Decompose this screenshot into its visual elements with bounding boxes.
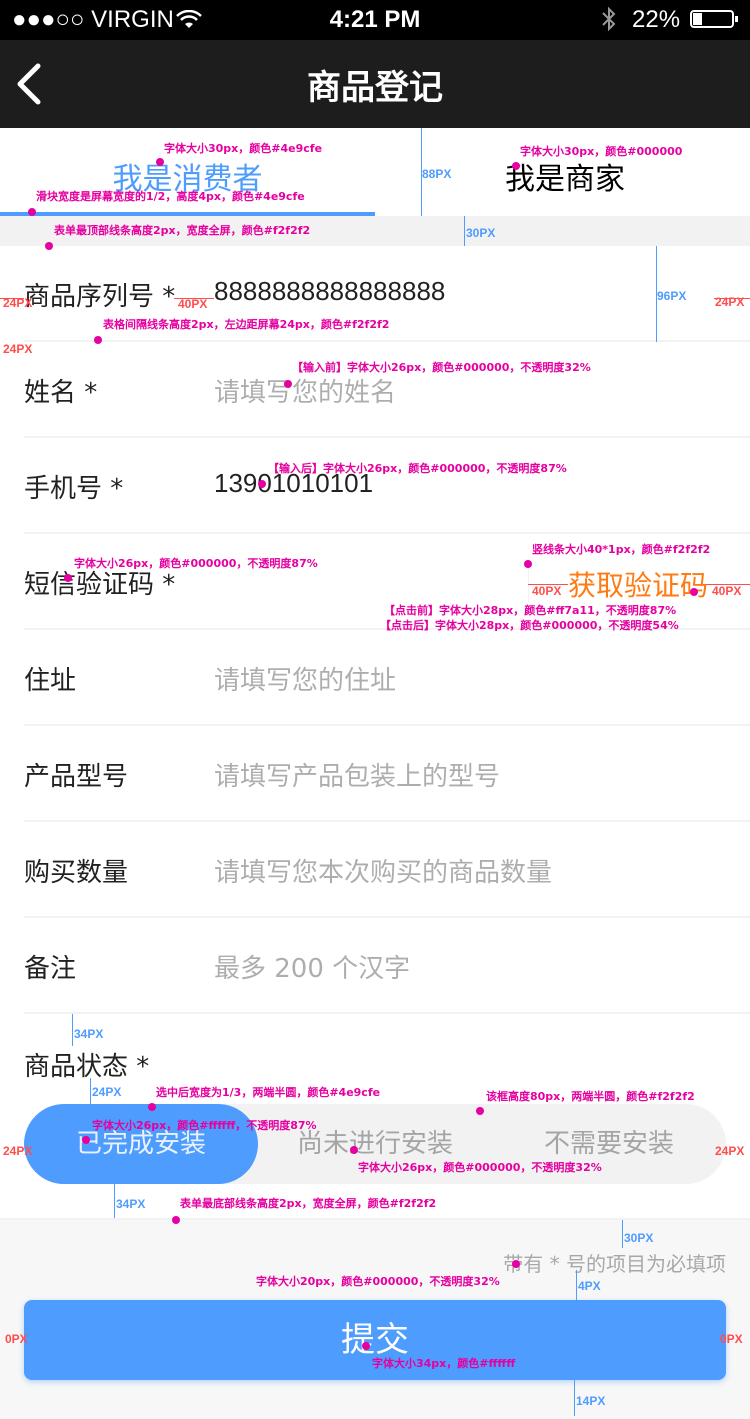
annotation: 字体大小34px，颜色#ffffff <box>372 1357 516 1370</box>
dimension-line <box>576 1270 577 1300</box>
address-label: 住址 <box>24 666 77 696</box>
annotation: 字体大小20px，颜色#000000，不透明度32% <box>256 1275 500 1288</box>
annotation-dot <box>524 560 532 568</box>
annotation: 表单最底部线条高度2px，宽度全屏，颜色#f2f2f2 <box>180 1197 437 1210</box>
annotation-dot <box>148 1103 156 1111</box>
dimension-label: 4PX <box>578 1279 601 1293</box>
dimension-label: 0PX <box>720 1332 743 1346</box>
annotation: 【点击后】字体大小28px，颜色#000000，不透明度54% <box>380 619 679 632</box>
note-input[interactable]: 最多 200 个汉字 <box>214 948 410 985</box>
annotation: 【输入前】字体大小26px，颜色#000000，不透明度32% <box>292 361 591 374</box>
annotation: 表单最顶部线条高度2px，宽度全屏，颜色#f2f2f2 <box>54 224 311 237</box>
sms-separator <box>528 562 529 602</box>
dimension-label: 96PX <box>657 289 687 303</box>
annotation: 字体大小26px，颜色#000000，不透明度32% <box>358 1161 602 1174</box>
dimension-label: 24PX <box>92 1085 122 1099</box>
dimension-label: 24PX <box>3 296 33 310</box>
annotation-dot <box>172 1216 180 1224</box>
annotation-dot <box>690 588 698 596</box>
annotation: 滑块宽度是屏幕宽度的1/2，高度4px，颜色#4e9cfe <box>36 190 305 203</box>
annotation: 竖线条大小40*1px，颜色#f2f2f2 <box>532 543 711 556</box>
dimension-line <box>90 1078 91 1104</box>
annotation-dot <box>476 1107 484 1115</box>
dimension-label: 24PX <box>715 295 745 309</box>
status-bar: ●●●○○ VIRGIN 4:21 PM 22% <box>0 0 750 40</box>
dimension-label: 34PX <box>74 1027 104 1041</box>
name-input[interactable]: 请填写您的姓名 <box>214 372 396 409</box>
dimension-line <box>574 1380 575 1416</box>
annotation-dot <box>94 336 102 344</box>
annotation-dot <box>362 1342 370 1350</box>
annotation: 字体大小30px，颜色#000000 <box>520 145 683 158</box>
annotation-dot <box>28 208 36 216</box>
note-row: 备注 最多 200 个汉字 <box>0 918 750 1014</box>
quantity-input[interactable]: 请填写您本次购买的商品数量 <box>214 852 552 889</box>
annotation: 选中后宽度为1/3，两端半圆，颜色#4e9cfe <box>156 1086 381 1099</box>
annotation-dot <box>64 574 72 582</box>
model-label: 产品型号 <box>24 762 129 792</box>
annotation-dot <box>82 1136 90 1144</box>
annotation: 该框高度80px，两端半圆，颜色#f2f2f2 <box>486 1090 695 1103</box>
dimension-label: 0PX <box>5 1332 28 1346</box>
name-label: 姓名 * <box>24 378 98 408</box>
dimension-line <box>114 1184 115 1218</box>
status-option-installed[interactable]: 已完成安装 <box>24 1104 258 1184</box>
phone-label: 手机号 * <box>24 474 124 504</box>
model-input[interactable]: 请填写产品包装上的型号 <box>214 756 500 793</box>
annotation: 【输入后】字体大小26px，颜色#000000，不透明度87% <box>268 462 567 475</box>
address-row: 住址 请填写您的住址 <box>0 630 750 726</box>
annotation: 字体大小30px，颜色#4e9cfe <box>164 142 323 155</box>
annotation: 字体大小26px，颜色#ffffff，不透明度87% <box>92 1119 317 1132</box>
dimension-line <box>464 216 465 246</box>
annotation-dot <box>350 1146 358 1154</box>
required-hint: 带有 * 号的项目为必填项 <box>503 1252 726 1276</box>
dimension-line <box>72 1014 73 1046</box>
dimension-label: 88PX <box>422 167 452 181</box>
dimension-label: 24PX <box>715 1144 745 1158</box>
battery-percent: 22% <box>632 6 681 33</box>
dimension-label: 40PX <box>178 297 208 311</box>
annotation-dot <box>258 480 266 488</box>
dimension-label: 14PX <box>576 1394 606 1408</box>
row-divider <box>24 1012 750 1014</box>
annotation: 字体大小26px，颜色#000000，不透明度87% <box>74 557 318 570</box>
annotation: 表格间隔线条高度2px，左边距屏幕24px，颜色#f2f2f2 <box>103 318 390 331</box>
status-label: 商品状态 * <box>24 1052 150 1082</box>
navigation-bar: 商品登记 <box>0 40 750 128</box>
annotation-dot <box>512 1260 520 1268</box>
page-title: 商品登记 <box>307 68 443 108</box>
dimension-label: 24PX <box>3 1144 33 1158</box>
model-row: 产品型号 请填写产品包装上的型号 <box>0 726 750 822</box>
dimension-label: 34PX <box>116 1197 146 1211</box>
serial-label: 商品序列号 * <box>24 282 176 312</box>
quantity-row: 购买数量 请填写您本次购买的商品数量 <box>0 822 750 918</box>
dimension-label: 40PX <box>532 584 562 598</box>
battery-icon <box>690 10 738 28</box>
annotation-dot <box>156 158 164 166</box>
serial-input[interactable]: 8888888888888888 <box>214 276 445 307</box>
annotation-dot <box>512 162 520 170</box>
annotation-dot <box>45 242 53 250</box>
dimension-label: 30PX <box>466 226 496 240</box>
annotation-dot <box>284 380 292 388</box>
dimension-line <box>622 1220 623 1248</box>
quantity-label: 购买数量 <box>24 858 129 888</box>
bluetooth-icon <box>602 6 616 32</box>
note-label: 备注 <box>24 954 77 984</box>
phone-row: 手机号 * 13901010101 <box>0 438 750 534</box>
get-code-button[interactable]: 获取验证码 <box>568 564 708 604</box>
dimension-label: 24PX <box>3 342 33 356</box>
dimension-label: 30PX <box>624 1231 654 1245</box>
annotation: 【点击前】字体大小28px，颜色#ff7a11，不透明度87% <box>384 604 677 617</box>
address-input[interactable]: 请填写您的住址 <box>214 660 396 697</box>
name-row: 姓名 * 请填写您的姓名 <box>0 342 750 438</box>
battery-fill <box>693 13 702 25</box>
dimension-label: 40PX <box>712 584 742 598</box>
